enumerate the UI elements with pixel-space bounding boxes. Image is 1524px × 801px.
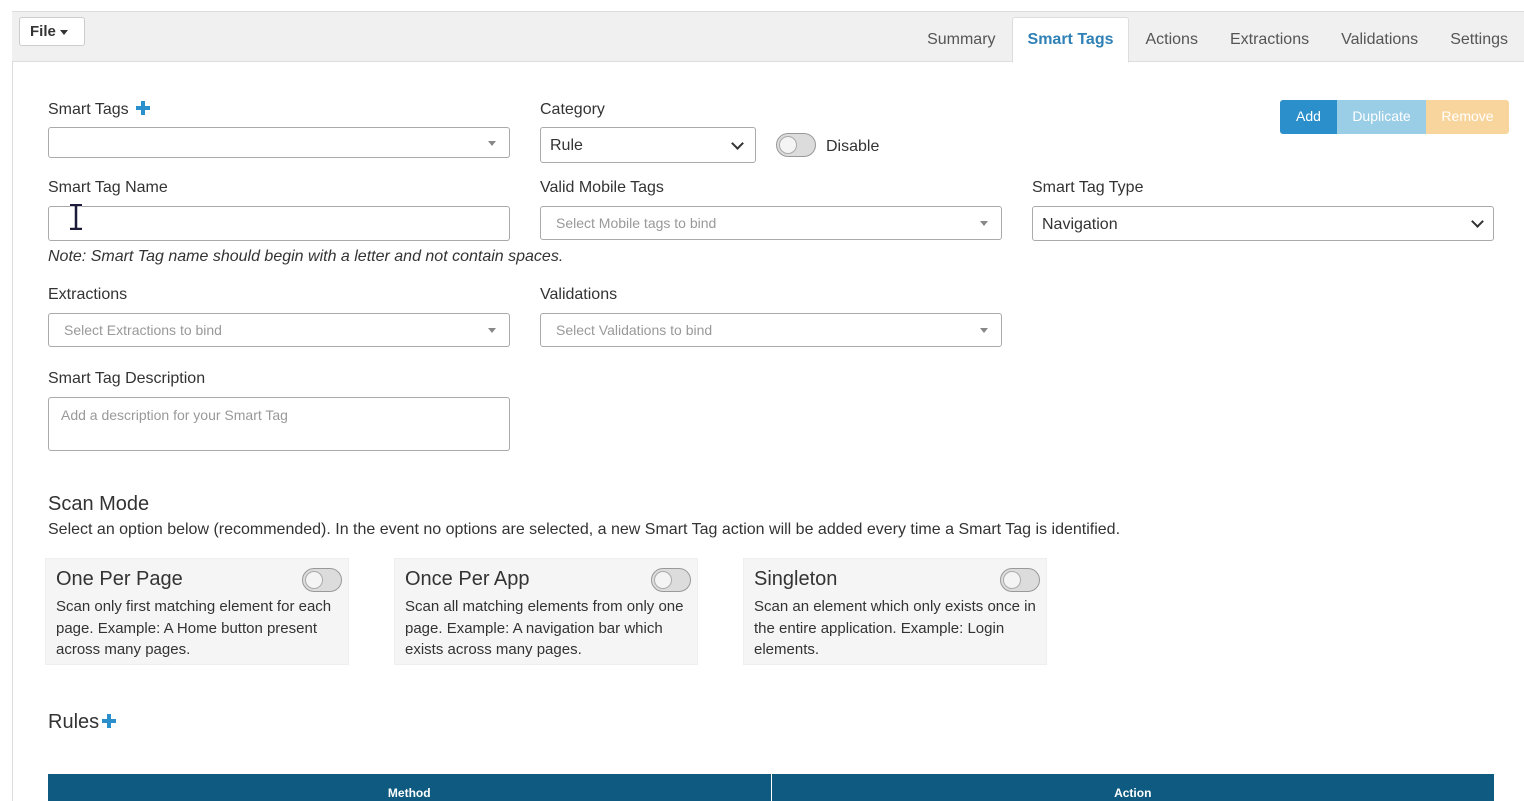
tab-actions[interactable]: Actions: [1129, 17, 1213, 62]
scan-option-title: Once Per App: [405, 568, 530, 590]
tab-smart-tags[interactable]: Smart Tags: [1011, 17, 1130, 63]
file-menu-label: File: [30, 23, 56, 40]
valid-mobile-tags-select[interactable]: Select Mobile tags to bind: [540, 206, 1002, 240]
scan-mode-title: Scan Mode: [48, 493, 150, 515]
smart-tag-description-placeholder: Add a description for your Smart Tag: [61, 407, 288, 423]
scan-option-singleton: Singleton Scan an element which only exi…: [743, 558, 1047, 665]
scan-option-title: Singleton: [754, 568, 838, 590]
smart-tag-description-label: Smart Tag Description: [48, 370, 206, 387]
smart-tag-name-note: Note: Smart Tag name should begin with a…: [48, 248, 564, 265]
one-per-page-toggle[interactable]: [302, 568, 342, 592]
category-select[interactable]: Rule: [540, 127, 756, 163]
singleton-toggle[interactable]: [1000, 568, 1040, 592]
tab-summary[interactable]: Summary: [911, 17, 1011, 62]
scan-option-text: Scan an element which only exists once i…: [754, 598, 1036, 658]
window-top-strip: [0, 0, 1524, 11]
validations-select[interactable]: Select Validations to bind: [540, 313, 1002, 347]
smart-tag-type-value: Navigation: [1042, 216, 1118, 233]
tab-bar: Summary Smart Tags Actions Extractions V…: [911, 17, 1524, 63]
caret-down-icon: [980, 221, 988, 226]
disable-toggle[interactable]: [776, 133, 816, 157]
extractions-placeholder: Select Extractions to bind: [64, 322, 222, 338]
extractions-label: Extractions: [48, 286, 128, 303]
tab-validations[interactable]: Validations: [1325, 17, 1434, 62]
scan-option-once-per-app: Once Per App Scan all matching elements …: [394, 558, 698, 665]
chevron-down-icon: [1471, 215, 1484, 228]
extractions-select[interactable]: Select Extractions to bind: [48, 313, 510, 347]
toggle-knob: [654, 571, 672, 589]
column-header-action: Action: [770, 774, 1495, 801]
top-header-bar: File Summary Smart Tags Actions Extracti…: [12, 11, 1524, 63]
tab-extractions[interactable]: Extractions: [1214, 17, 1325, 62]
caret-down-icon: [59, 29, 68, 35]
rules-table-header: Method Action: [48, 774, 1494, 801]
validations-placeholder: Select Validations to bind: [556, 322, 713, 338]
smart-tags-label: Smart Tags: [48, 101, 150, 119]
caret-down-icon: [488, 141, 496, 146]
caret-down-icon: [488, 328, 496, 333]
toggle-knob: [305, 571, 323, 589]
duplicate-button[interactable]: Duplicate: [1337, 100, 1426, 134]
scan-option-text: Scan all matching elements from only one…: [405, 598, 684, 658]
smart-tag-description-textarea[interactable]: Add a description for your Smart Tag: [48, 397, 510, 451]
valid-mobile-tags-label: Valid Mobile Tags: [540, 179, 664, 196]
category-label: Category: [540, 101, 605, 118]
tab-settings[interactable]: Settings: [1434, 17, 1524, 62]
valid-mobile-tags-placeholder: Select Mobile tags to bind: [556, 215, 717, 231]
category-select-value: Rule: [550, 137, 583, 154]
smart-tag-type-label: Smart Tag Type: [1032, 179, 1144, 196]
toggle-knob: [1003, 571, 1021, 589]
remove-button[interactable]: Remove: [1426, 100, 1509, 134]
chevron-down-icon: [731, 137, 744, 150]
scan-option-text: Scan only first matching element for eac…: [56, 598, 332, 658]
scan-option-one-per-page: One Per Page Scan only first matching el…: [45, 558, 349, 665]
plus-icon[interactable]: [135, 101, 150, 115]
column-header-method: Method: [387, 786, 431, 800]
disable-label: Disable: [826, 138, 880, 155]
add-button[interactable]: Add: [1280, 100, 1337, 134]
plus-icon[interactable]: [102, 714, 117, 729]
scan-option-title: One Per Page: [56, 568, 183, 590]
smart-tag-name-input[interactable]: [48, 206, 510, 241]
file-menu-button[interactable]: File: [19, 17, 85, 46]
window-left-border: [12, 11, 13, 801]
smart-tag-name-label: Smart Tag Name: [48, 179, 168, 196]
rules-title: Rules: [48, 711, 117, 734]
smart-tag-type-select[interactable]: Navigation: [1032, 206, 1494, 241]
smart-tags-label-text: Smart Tags: [48, 101, 129, 118]
smart-tags-select[interactable]: [48, 127, 510, 158]
i-beam-cursor-icon: [70, 204, 82, 230]
once-per-app-toggle[interactable]: [651, 568, 691, 592]
rules-title-text: Rules: [48, 711, 100, 733]
toggle-knob: [779, 136, 797, 154]
caret-down-icon: [980, 328, 988, 333]
validations-label: Validations: [540, 286, 618, 303]
scan-mode-description: Select an option below (recommended). In…: [48, 521, 1121, 538]
